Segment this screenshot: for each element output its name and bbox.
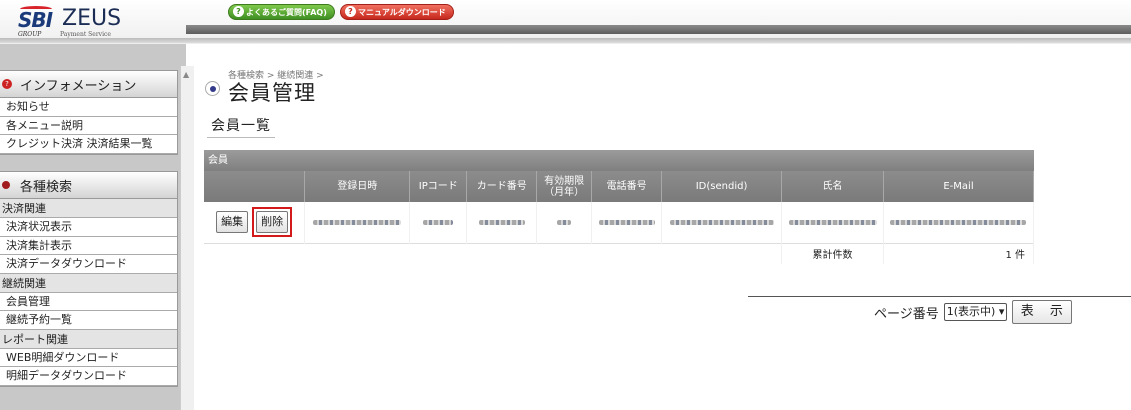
page-title: 会員管理 xyxy=(228,81,316,105)
col-expiry: 有効期限 （月年） xyxy=(536,171,593,202)
redacted-value xyxy=(557,219,572,225)
redacted-value xyxy=(478,219,525,225)
info-panel-header[interactable]: ? インフォメーション xyxy=(0,71,177,98)
search-panel: 各種検索 決済関連 決済状況表示 決済集計表示 決済データダウンロード 継続関連… xyxy=(0,171,178,387)
manual-label: マニュアルダウンロード xyxy=(358,8,446,17)
sidebar-group-recurring: 継続関連 xyxy=(0,273,177,293)
redacted-value xyxy=(788,219,877,225)
redacted-value xyxy=(423,219,454,225)
show-button[interactable]: 表 示 xyxy=(1012,300,1073,324)
page-number-label: ページ番号 xyxy=(874,306,939,322)
cell-registered-at xyxy=(304,202,411,243)
col-phone: 電話番号 xyxy=(591,171,663,202)
header-divider xyxy=(0,38,1131,43)
search-panel-title: 各種検索 xyxy=(20,179,73,195)
redacted-value xyxy=(669,219,774,225)
cell-sendid xyxy=(661,202,783,243)
redacted-value xyxy=(313,219,402,225)
redacted-value xyxy=(598,219,655,225)
sidebar-group-payment: 決済関連 xyxy=(0,199,177,218)
title-bullet-icon xyxy=(205,81,220,96)
delete-button[interactable]: 削除 xyxy=(256,211,289,234)
sidebar-item-web-statement[interactable]: WEB明細ダウンロード xyxy=(0,348,177,367)
pager: ページ番号 1(表示中) ▾ 表 示 xyxy=(874,300,1073,324)
header-bar xyxy=(186,25,1131,34)
question-icon: ? xyxy=(233,6,244,17)
cell-phone xyxy=(591,202,663,243)
sidebar-item-member-management[interactable]: 会員管理 xyxy=(0,292,177,311)
cell-expiry xyxy=(536,202,593,243)
col-email: E-Mail xyxy=(883,171,1035,202)
sidebar-item-recurring-reservations[interactable]: 継続予約一覧 xyxy=(0,311,177,330)
row-actions-cell: 編集 削除 xyxy=(204,202,306,243)
col-actions xyxy=(204,171,306,202)
edit-button[interactable]: 編集 xyxy=(216,211,249,234)
col-name: 氏名 xyxy=(781,171,884,202)
logo-sbi: SBI xyxy=(18,8,53,32)
total-label: 累計件数 xyxy=(781,242,884,264)
table-row: 編集 削除 xyxy=(204,202,1035,243)
sbi-zeus-logo[interactable]: SBI ZEUS GROUP Payment Service xyxy=(18,6,168,38)
logo-zeus: ZEUS xyxy=(62,6,122,31)
sidebar-scrollbar[interactable] xyxy=(180,66,194,410)
page-select-value: 1(表示中) xyxy=(946,305,996,318)
search-panel-header[interactable]: 各種検索 xyxy=(0,172,177,199)
bullet-icon xyxy=(2,181,10,189)
divider-line xyxy=(748,296,1131,297)
redacted-value xyxy=(890,219,1027,225)
sidebar-item-payment-summary[interactable]: 決済集計表示 xyxy=(0,236,177,255)
sidebar-item-news[interactable]: お知らせ xyxy=(0,98,177,117)
faq-button[interactable]: ? よくあるご質問(FAQ) xyxy=(228,4,335,20)
info-icon: ? xyxy=(2,79,12,89)
sidebar-item-statement-data[interactable]: 明細データダウンロード xyxy=(0,367,177,386)
cell-ip-code xyxy=(409,202,468,243)
sidebar-item-credit-results[interactable]: クレジット決済 決済結果一覧 xyxy=(0,135,177,154)
cell-card-number xyxy=(466,202,538,243)
col-ip-code: IPコード xyxy=(409,171,468,202)
cell-name xyxy=(781,202,884,243)
delete-highlight: 削除 xyxy=(252,207,293,238)
page-select[interactable]: 1(表示中) ▾ xyxy=(943,303,1008,321)
sidebar-item-payment-download[interactable]: 決済データダウンロード xyxy=(0,255,177,274)
question-icon: ? xyxy=(345,6,356,17)
cell-email xyxy=(883,202,1035,243)
app-header: SBI ZEUS GROUP Payment Service ? よくあるご質問(… xyxy=(0,0,1131,44)
sidebar-group-report: レポート関連 xyxy=(0,329,177,349)
col-registered-at: 登録日時 xyxy=(304,171,411,202)
manual-download-button[interactable]: ? マニュアルダウンロード xyxy=(340,4,454,20)
faq-label: よくあるご質問(FAQ) xyxy=(246,8,327,17)
total-row: 累計件数 1 件 xyxy=(204,242,1035,264)
info-panel-title: インフォメーション xyxy=(20,78,137,94)
chevron-down-icon: ▾ xyxy=(998,305,1005,318)
col-card-number: カード番号 xyxy=(466,171,538,202)
section-title: 会員一覧 xyxy=(207,114,275,138)
info-panel: ? インフォメーション お知らせ 各メニュー説明 クレジット決済 決済結果一覧 xyxy=(0,70,178,155)
scroll-up-arrow-icon[interactable]: ▲ xyxy=(183,70,189,79)
sidebar-item-menu-guide[interactable]: 各メニュー説明 xyxy=(0,116,177,135)
table-caption: 会員 xyxy=(204,150,1034,171)
member-table: 会員 登録日時 IPコード カード番号 有効期限 （月年） 電話番号 ID(se… xyxy=(204,150,1035,264)
col-sendid: ID(sendid) xyxy=(661,171,783,202)
logo-payment-service: Payment Service xyxy=(60,31,111,38)
table-header-row: 登録日時 IPコード カード番号 有効期限 （月年） 電話番号 ID(sendi… xyxy=(204,171,1035,202)
sidebar-item-payment-status[interactable]: 決済状況表示 xyxy=(0,218,177,237)
logo-group: GROUP xyxy=(18,31,42,38)
total-value: 1 件 xyxy=(883,242,1035,264)
main-content: 各種検索 > 継続関連 > 会員管理 会員一覧 会員 登録日時 IPコード カー… xyxy=(194,44,1131,410)
